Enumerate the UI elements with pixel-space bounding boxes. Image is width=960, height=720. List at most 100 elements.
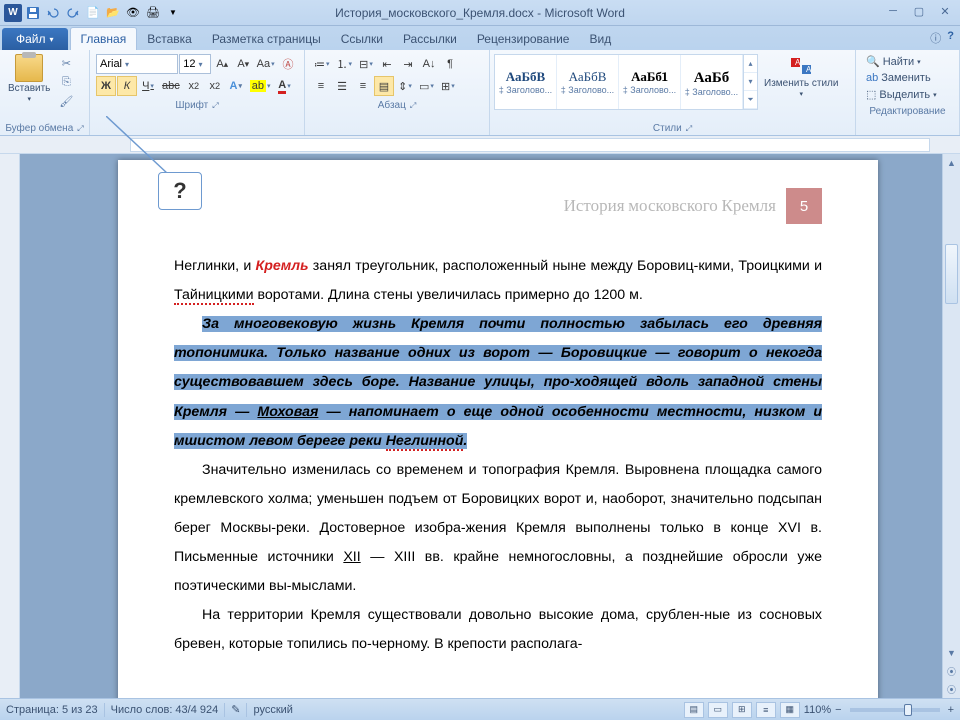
align-left-button[interactable]: ≡: [311, 76, 331, 96]
clear-formatting-button[interactable]: Ⓐ: [278, 54, 298, 74]
font-size-combo[interactable]: 12▾: [179, 54, 211, 74]
bullets-button[interactable]: ≔▾: [311, 54, 333, 74]
group-label-paragraph: Абзац: [378, 100, 406, 111]
document-body[interactable]: Неглинки, и Кремль занял треугольник, ра…: [174, 252, 822, 660]
undo-icon[interactable]: [44, 4, 62, 22]
view-print-layout[interactable]: ▤: [684, 702, 704, 718]
underline-button[interactable]: Ч▾: [138, 76, 158, 96]
qat-icon-6[interactable]: 👁: [124, 4, 142, 22]
status-page[interactable]: Страница: 5 из 23: [6, 704, 98, 716]
file-tab[interactable]: Файл▾: [2, 28, 68, 50]
gallery-scroll[interactable]: ▴▾⏷: [743, 55, 757, 109]
scroll-thumb[interactable]: [945, 244, 958, 304]
increase-indent-button[interactable]: ⇥: [398, 54, 418, 74]
view-web-layout[interactable]: ⊞: [732, 702, 752, 718]
status-word-count[interactable]: Число слов: 43/4 924: [111, 704, 219, 716]
numbering-button[interactable]: ⒈▾: [334, 54, 356, 74]
decrease-indent-button[interactable]: ⇤: [377, 54, 397, 74]
font-name-combo[interactable]: Arial▾: [96, 54, 178, 74]
font-color-button[interactable]: A▾: [275, 76, 295, 96]
strikethrough-button[interactable]: abc: [159, 76, 183, 96]
qat-customize-icon[interactable]: ▼: [164, 4, 182, 22]
zoom-in-button[interactable]: +: [948, 704, 954, 716]
borders-button[interactable]: ⊞▾: [438, 76, 458, 96]
view-full-screen[interactable]: ▭: [708, 702, 728, 718]
prev-page-button[interactable]: ⦿: [943, 662, 960, 680]
ribbon-minimize-icon[interactable]: ⓘ: [930, 30, 941, 46]
next-page-button[interactable]: ⦿: [943, 680, 960, 698]
italic-button[interactable]: К: [117, 76, 137, 96]
vertical-ruler[interactable]: [0, 154, 20, 698]
zoom-slider[interactable]: [850, 708, 940, 712]
qat-icon-4[interactable]: 📄: [84, 4, 102, 22]
zoom-slider-thumb[interactable]: [904, 704, 912, 716]
style-item-1[interactable]: АаБбВ‡ Заголово...: [557, 55, 619, 109]
tab-home[interactable]: Главная: [70, 27, 138, 50]
style-item-3[interactable]: АаБб‡ Заголово...: [681, 55, 743, 109]
justify-button[interactable]: ▤: [374, 76, 394, 96]
styles-gallery[interactable]: АаБбВ‡ Заголово... АаБбВ‡ Заголово... Аа…: [494, 54, 758, 110]
style-item-2[interactable]: АаБб1‡ Заголово...: [619, 55, 681, 109]
close-button[interactable]: ✕: [932, 2, 958, 20]
cut-icon[interactable]: ✂: [56, 54, 76, 72]
zoom-out-button[interactable]: −: [835, 704, 841, 716]
show-marks-button[interactable]: ¶: [440, 54, 460, 74]
tab-view[interactable]: Вид: [579, 28, 621, 50]
scroll-down-button[interactable]: ▼: [943, 644, 960, 662]
qat-icon-7[interactable]: 🖨: [144, 4, 162, 22]
subscript-button[interactable]: x2: [184, 76, 204, 96]
horizontal-ruler[interactable]: [0, 136, 960, 154]
replace-button[interactable]: abЗаменить: [864, 70, 951, 86]
change-styles-button[interactable]: AA Изменить стили▾: [760, 52, 842, 100]
word-app-icon[interactable]: W: [4, 4, 22, 22]
redo-icon[interactable]: [64, 4, 82, 22]
align-center-button[interactable]: ☰: [332, 76, 352, 96]
paragraph-dialog-launcher[interactable]: ⤢: [410, 101, 416, 111]
clipboard-dialog-launcher[interactable]: ⤢: [77, 124, 83, 134]
change-case-button[interactable]: Aa▾: [254, 54, 277, 74]
window-controls: ─ ▢ ✕: [880, 2, 958, 20]
superscript-button[interactable]: x2: [205, 76, 225, 96]
view-draft[interactable]: ▦: [780, 702, 800, 718]
select-button[interactable]: ⬚Выделить▾: [864, 86, 951, 103]
grow-font-button[interactable]: A▴: [212, 54, 232, 74]
vertical-scrollbar[interactable]: ▲ ▼ ⦿ ⦿: [942, 154, 960, 698]
header-title-text: История московского Кремля: [564, 196, 776, 216]
tab-references[interactable]: Ссылки: [331, 28, 393, 50]
paste-button[interactable]: Вставить ▾: [4, 52, 54, 105]
line-spacing-button[interactable]: ⇕▾: [395, 76, 415, 96]
tab-review[interactable]: Рецензирование: [467, 28, 580, 50]
zoom-level[interactable]: 110%: [804, 704, 831, 716]
help-icon[interactable]: ?: [947, 30, 954, 46]
status-proofing-icon[interactable]: ✎: [231, 703, 240, 716]
tab-insert[interactable]: Вставка: [137, 28, 202, 50]
font-dialog-launcher[interactable]: ⤢: [212, 101, 218, 111]
highlight-button[interactable]: ab▾: [247, 76, 274, 96]
group-paragraph: ≔▾ ⒈▾ ⊟▾ ⇤ ⇥ A↓ ¶ ≡ ☰ ≡ ▤ ⇕▾ ▭▾ ⊞▾ Абзац…: [305, 50, 490, 135]
paragraph-2-selected: За многовековую жизнь Кремля почти полно…: [174, 310, 822, 456]
qat-icon-5[interactable]: 📂: [104, 4, 122, 22]
shading-button[interactable]: ▭▾: [416, 76, 437, 96]
tab-page-layout[interactable]: Разметка страницы: [202, 28, 331, 50]
tab-mailings[interactable]: Рассылки: [393, 28, 467, 50]
sort-button[interactable]: A↓: [419, 54, 439, 74]
minimize-button[interactable]: ─: [880, 2, 906, 20]
find-button[interactable]: 🔍Найти▾: [864, 53, 951, 70]
status-language[interactable]: русский: [253, 704, 292, 716]
maximize-button[interactable]: ▢: [906, 2, 932, 20]
document-page[interactable]: История московского Кремля 5 Неглинки, и…: [118, 160, 878, 698]
style-item-0[interactable]: АаБбВ‡ Заголово...: [495, 55, 557, 109]
text-effects-button[interactable]: A▾: [226, 76, 246, 96]
format-painter-icon[interactable]: 🖌: [56, 92, 76, 110]
scroll-up-button[interactable]: ▲: [943, 154, 960, 172]
view-outline[interactable]: ≡: [756, 702, 776, 718]
question-callout: ?: [158, 172, 202, 210]
copy-icon[interactable]: ⎘: [56, 73, 76, 91]
save-icon[interactable]: [24, 4, 42, 22]
multilevel-list-button[interactable]: ⊟▾: [356, 54, 376, 74]
align-right-button[interactable]: ≡: [353, 76, 373, 96]
bold-button[interactable]: Ж: [96, 76, 116, 96]
shrink-font-button[interactable]: A▾: [233, 54, 253, 74]
group-label-font: Шрифт: [175, 100, 208, 111]
styles-dialog-launcher[interactable]: ⤢: [686, 124, 692, 134]
